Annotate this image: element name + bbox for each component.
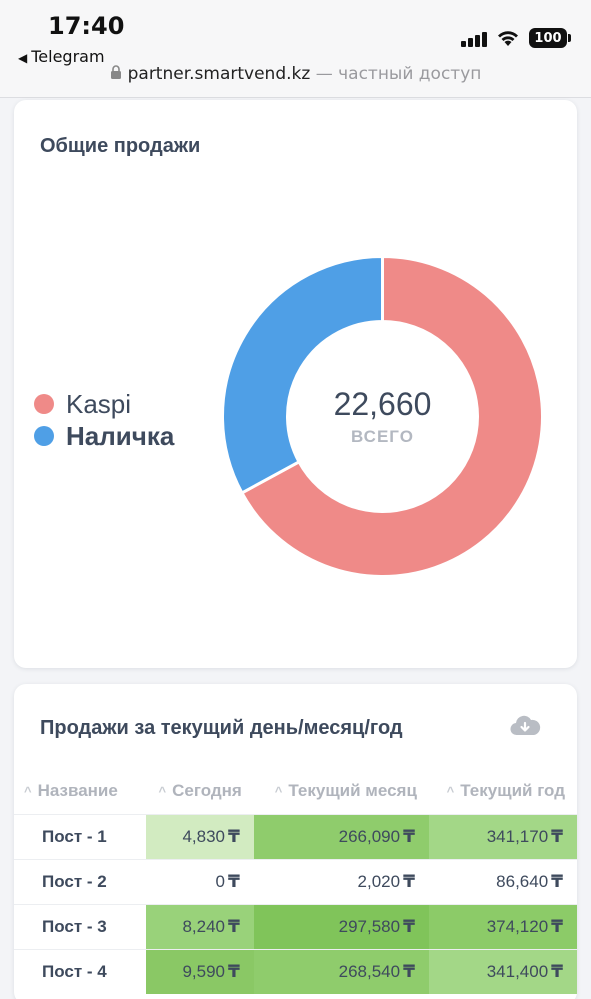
url-bar[interactable]: partner.smartvend.kz — частный доступ [0, 64, 591, 84]
cell-month-value: 268,540 [338, 961, 401, 981]
currency-sign: ₸ [551, 916, 563, 936]
cell-name: Пост - 3 [14, 903, 146, 949]
cell-year-value: 341,170 [486, 826, 549, 846]
cell-year: 341,170 ₸ [428, 813, 577, 859]
currency-sign: ₸ [551, 871, 563, 891]
currency-sign: ₸ [403, 871, 415, 891]
table-row: Пост - 1 4,830 ₸ 266,090 ₸ 341,170 ₸ [14, 813, 577, 859]
legend-dot-kaspi [34, 394, 54, 414]
currency-sign: ₸ [228, 961, 240, 981]
currency-sign: ₸ [551, 826, 563, 846]
table-card-title: Продажи за текущий день/месяц/год [40, 717, 403, 739]
cell-name-value: Пост - 4 [42, 961, 107, 981]
donut-total-label: ВСЕГО [351, 427, 414, 446]
cell-name: Пост - 4 [14, 948, 146, 994]
donut-center: 22,660 ВСЕГО [210, 244, 555, 589]
cell-month: 268,540 ₸ [253, 948, 429, 994]
cell-year-value: 374,120 [486, 916, 549, 936]
cell-today: 8,240 ₸ [145, 903, 254, 949]
cell-year-value: 86,640 [496, 871, 549, 891]
cell-today-value: 8,240 [182, 916, 225, 936]
column-header-month[interactable]: ^ Текущий месяц [254, 768, 429, 814]
wifi-icon [498, 31, 518, 46]
table-row: Пост - 2 0 ₸ 2,020 ₸ 86,640 ₸ [14, 858, 577, 904]
table-header-row: ^ Название ^ Сегодня ^ Текущий месяц ^ Текущ… [14, 768, 577, 814]
donut-chart: 22,660 ВСЕГО [210, 244, 555, 589]
url-domain: partner.smartvend.kz [127, 64, 311, 84]
column-header-today[interactable]: ^ Сегодня [146, 768, 254, 814]
currency-sign: ₸ [403, 826, 415, 846]
cell-name-value: Пост - 3 [42, 916, 107, 936]
legend-item-kaspi[interactable]: Kaspi [34, 388, 174, 420]
column-header-name[interactable]: ^ Название [14, 768, 146, 814]
cell-today-value: 0 [215, 871, 225, 891]
lock-icon [110, 65, 121, 79]
currency-sign: ₸ [228, 826, 240, 846]
cell-today: 4,830 ₸ [145, 813, 254, 859]
cell-year: 86,640 ₸ [428, 858, 577, 904]
cell-month: 266,090 ₸ [253, 813, 429, 859]
cloud-download-icon[interactable] [509, 714, 541, 738]
cell-year-value: 341,400 [486, 961, 549, 981]
sort-icon: ^ [446, 783, 455, 799]
back-arrow-icon: ◀ [18, 51, 28, 65]
table-body: Пост - 1 4,830 ₸ 266,090 ₸ 341,170 ₸ Пост - 2 0 ₸… [14, 813, 577, 994]
cell-month: 2,020 ₸ [253, 858, 429, 904]
sales-table: ^ Название ^ Сегодня ^ Текущий месяц ^ Текущ… [14, 768, 577, 994]
cell-name-value: Пост - 2 [42, 871, 107, 891]
column-header-year[interactable]: ^ Текущий год [429, 768, 577, 814]
cell-today: 0 ₸ [145, 858, 254, 904]
cell-month-value: 266,090 [338, 826, 401, 846]
status-time: 17:40 [48, 12, 125, 40]
cell-year: 374,120 ₸ [428, 903, 577, 949]
cell-month: 297,580 ₸ [253, 903, 429, 949]
legend-label-kaspi: Kaspi [66, 388, 132, 419]
sales-table-wrap: ^ Название ^ Сегодня ^ Текущий месяц ^ Текущ… [14, 768, 577, 994]
status-icons: 100 [461, 26, 571, 50]
table-row: Пост - 4 9,590 ₸ 268,540 ₸ 341,400 ₸ [14, 948, 577, 994]
currency-sign: ₸ [403, 961, 415, 981]
screen: 17:40 ◀ Telegram 100 partner.smartvend.kz… [0, 0, 591, 999]
currency-sign: ₸ [228, 871, 240, 891]
legend-dot-cash [34, 426, 54, 446]
currency-sign: ₸ [551, 961, 563, 981]
battery-indicator: 100 [529, 28, 571, 48]
cell-name: Пост - 2 [14, 858, 146, 904]
cell-name-value: Пост - 1 [42, 826, 107, 846]
cell-today-value: 4,830 [182, 826, 225, 846]
sort-icon: ^ [24, 783, 32, 799]
cell-month-value: 2,020 [357, 871, 401, 891]
legend-item-cash[interactable]: Наличка [34, 420, 174, 452]
cell-today: 9,590 ₸ [145, 948, 254, 994]
chart-legend: Kaspi Наличка [34, 388, 174, 452]
cell-today-value: 9,590 [182, 961, 225, 981]
sort-icon: ^ [158, 783, 167, 799]
sort-icon: ^ [274, 783, 283, 799]
cell-month-value: 297,580 [338, 916, 401, 936]
cell-year: 341,400 ₸ [428, 948, 577, 994]
legend-label-cash: Наличка [66, 420, 175, 451]
signal-bars-icon [461, 29, 487, 47]
sales-card-title: Общие продажи [40, 135, 201, 157]
url-note: — частный доступ [315, 64, 482, 84]
currency-sign: ₸ [403, 916, 415, 936]
browser-top-bar: 17:40 ◀ Telegram 100 partner.smartvend.kz… [0, 0, 591, 98]
donut-total-value: 22,660 [333, 386, 432, 422]
table-row: Пост - 3 8,240 ₸ 297,580 ₸ 374,120 ₸ [14, 903, 577, 949]
currency-sign: ₸ [228, 916, 240, 936]
cell-name: Пост - 1 [14, 813, 146, 859]
